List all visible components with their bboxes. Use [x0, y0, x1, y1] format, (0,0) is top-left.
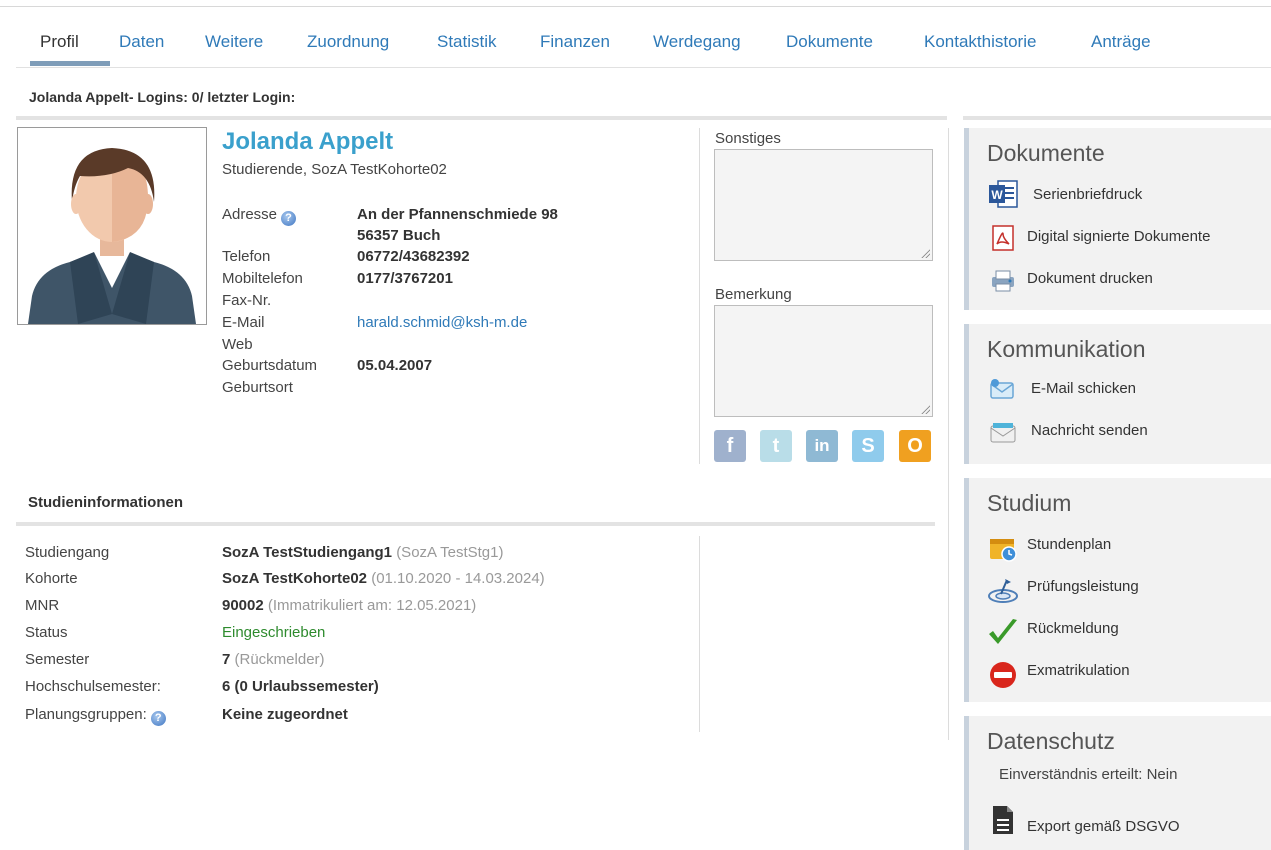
mobile-value: 0177/3767201	[357, 270, 453, 287]
student-subtitle: Studierende, SozA TestKohorte02	[222, 161, 447, 178]
web-label: Web	[222, 336, 253, 353]
header-divider	[16, 116, 947, 120]
exam-icon	[988, 579, 1018, 603]
study-row-value: Eingeschrieben	[222, 624, 326, 641]
studium-panel: Studium Stundenplan Prüfungsleistung Rüc…	[964, 478, 1271, 702]
study-row-value-extra: (Immatrikuliert am: 12.05.2021)	[267, 597, 477, 614]
email-label: E-Mail	[222, 314, 265, 331]
address-line1: An der Pfannenschmiede 98	[357, 206, 558, 223]
study-row-label: Planungsgruppen:?	[25, 706, 166, 726]
tab-zuordnung[interactable]: Zuordnung	[307, 32, 389, 52]
phone-value: 06772/43682392	[357, 248, 470, 265]
twitter-icon[interactable]: t	[760, 430, 792, 462]
study-row-label: Semester	[25, 651, 90, 668]
study-row-value: Keine zugeordnet	[222, 706, 348, 723]
study-row-value-main: 6 (0 Urlaubssemester)	[222, 678, 379, 695]
avatar	[17, 127, 207, 325]
study-row-value-main: SozA TestStudiengang1	[222, 544, 393, 561]
communication-panel-title: Kommunikation	[987, 336, 1146, 362]
study-row-value-extra: (01.10.2020 - 14.03.2024)	[371, 570, 545, 587]
misc-label: Sonstiges	[715, 130, 781, 147]
study-row-label: Hochschulsemester:	[25, 678, 161, 695]
tab-weitere[interactable]: Weitere	[205, 32, 263, 52]
header-divider-right	[963, 116, 1271, 120]
tab-profil[interactable]: Profil	[40, 32, 79, 52]
resize-grip-icon[interactable]	[920, 248, 930, 258]
study-row-value: 6 (0 Urlaubssemester)	[222, 678, 379, 695]
remark-label: Bemerkung	[715, 286, 792, 303]
tab-kontakthistorie[interactable]: Kontakthistorie	[924, 32, 1036, 52]
studium-panel-title: Studium	[987, 490, 1072, 516]
tab-werdegang[interactable]: Werdegang	[653, 32, 741, 52]
skype-icon[interactable]: S	[852, 430, 884, 462]
remark-textarea[interactable]	[714, 305, 933, 417]
tab-statistik[interactable]: Statistik	[437, 32, 497, 52]
study-row-value-main: 7	[222, 651, 231, 668]
column-separator	[699, 128, 700, 464]
study-row-label: Studiengang	[25, 544, 110, 561]
svg-text:W: W	[991, 188, 1003, 202]
study-row-value-extra: (Rückmelder)	[234, 651, 325, 668]
facebook-icon[interactable]: f	[714, 430, 746, 462]
study-row-value-extra: (SozA TestStg1)	[396, 544, 504, 561]
documents-panel: Dokumente W Serienbriefdruck Digital sig…	[964, 128, 1271, 310]
column-separator-lower	[699, 536, 700, 732]
address-label: Adresse?	[222, 206, 297, 226]
resize-grip-icon[interactable]	[920, 404, 930, 414]
study-row-value-main: Keine zugeordnet	[222, 706, 348, 723]
stop-icon	[990, 662, 1016, 688]
linkedin-icon[interactable]: in	[806, 430, 838, 462]
consent-status: Einverständnis erteilt: Nein	[999, 766, 1178, 783]
xing-icon[interactable]: O	[899, 430, 931, 462]
fax-label: Fax-Nr.	[222, 292, 272, 309]
documents-panel-title: Dokumente	[987, 140, 1105, 166]
message-icon	[990, 423, 1016, 443]
tab-finanzen[interactable]: Finanzen	[540, 32, 610, 52]
study-row-value: 90002 (Immatrikuliert am: 12.05.2021)	[222, 597, 476, 614]
help-icon[interactable]: ?	[150, 711, 166, 726]
study-row-label: MNR	[25, 597, 60, 614]
study-section-title: Studieninformationen	[28, 494, 183, 511]
birthplace-label: Geburtsort	[222, 379, 293, 396]
privacy-panel: Datenschutz Einverständnis erteilt: Nein…	[964, 716, 1271, 850]
active-tab-indicator	[30, 61, 110, 66]
tab-dokumente[interactable]: Dokumente	[786, 32, 873, 52]
checkmark-icon	[989, 619, 1017, 644]
timetable-icon	[990, 539, 1017, 562]
study-row-value: SozA TestKohorte02 (01.10.2020 - 14.03.2…	[222, 570, 545, 587]
study-divider	[16, 522, 935, 526]
privacy-panel-title: Datenschutz	[987, 728, 1115, 754]
tab-daten[interactable]: Daten	[119, 32, 164, 52]
study-row-value-main: SozA TestKohorte02	[222, 570, 368, 587]
study-row-label: Kohorte	[25, 570, 78, 587]
phone-label: Telefon	[222, 248, 271, 265]
column-separator-right	[948, 128, 949, 740]
study-row-value: 7 (Rückmelder)	[222, 651, 325, 668]
study-row-label: Status	[25, 624, 68, 641]
birthdate-value: 05.04.2007	[357, 357, 433, 374]
study-row-value-main: 90002	[222, 597, 264, 614]
top-border	[0, 6, 1271, 7]
tabs-divider	[16, 67, 1271, 68]
communication-panel: Kommunikation E-Mail schicken Nachricht …	[964, 324, 1271, 464]
tab-antraege[interactable]: Anträge	[1091, 32, 1151, 52]
tab-bar: Profil Daten Weitere Zuordnung Statistik…	[16, 32, 1271, 68]
word-icon: W	[989, 180, 1018, 208]
student-name: Jolanda Appelt	[222, 128, 394, 155]
email-icon	[990, 379, 1014, 399]
mobile-label: Mobiltelefon	[222, 270, 303, 287]
address-line2: 56357 Buch	[357, 227, 441, 244]
misc-textarea[interactable]	[714, 149, 933, 261]
study-row-value: SozA TestStudiengang1 (SozA TestStg1)	[222, 544, 503, 561]
birthdate-label: Geburtsdatum	[222, 357, 318, 374]
login-info: Jolanda Appelt- Logins: 0/ letzter Login…	[29, 89, 296, 105]
printer-icon	[992, 270, 1014, 292]
document-icon	[993, 806, 1013, 834]
pdf-icon	[992, 225, 1014, 251]
help-icon[interactable]: ?	[281, 211, 297, 226]
email-link[interactable]: harald.schmid@ksh-m.de	[357, 314, 527, 331]
